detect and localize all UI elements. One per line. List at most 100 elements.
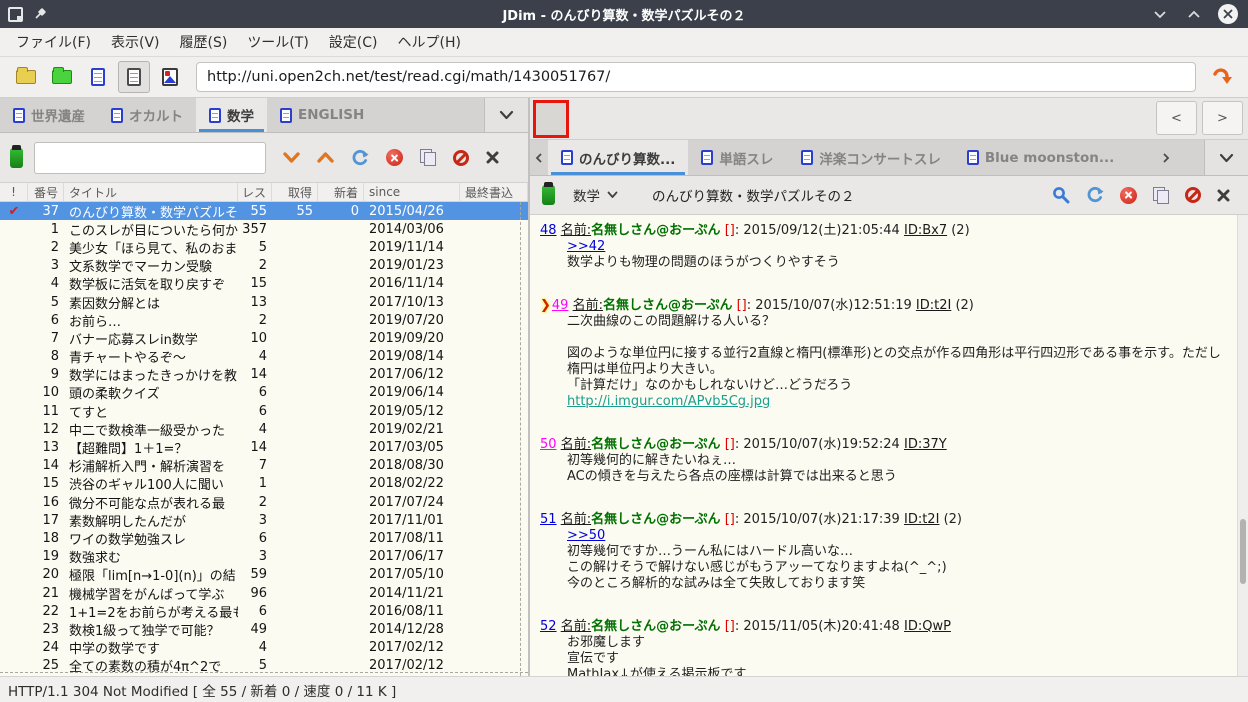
thread-tab-nonbiri[interactable]: のんびり算数... [548, 140, 689, 175]
table-row[interactable]: ✔ 37 のんびり算数・数学パズルそ 55 55 0 2015/04/26 [0, 202, 528, 221]
poster-name[interactable]: 名無しさん@おーぷん [591, 512, 720, 527]
write-pen-icon[interactable] [542, 182, 555, 205]
table-row[interactable]: 9 数学にはまったきっかけを教 14 2017/06/12 [0, 366, 528, 384]
maximize-button[interactable] [1184, 4, 1204, 24]
table-row[interactable]: 20 極限「lim[n→1-0](n)」の結 59 2017/05/10 [0, 566, 528, 584]
reload-button[interactable] [1086, 186, 1104, 204]
reload-button[interactable] [351, 149, 369, 167]
close-tab-button[interactable] [1217, 189, 1230, 202]
scroll-tabs-right-button[interactable] [1157, 140, 1175, 175]
search-prev-button[interactable] [317, 152, 334, 163]
thread-tab-bluemoonstone[interactable]: Blue moonston... [954, 140, 1127, 175]
menu-help[interactable]: ヘルプ(H) [388, 28, 471, 56]
table-row[interactable]: 18 ワイの数学勉強スレ 6 2017/08/11 [0, 529, 528, 548]
search-button[interactable] [1052, 186, 1070, 204]
table-row[interactable]: 10 頭の柔軟クイズ 6 2019/06/14 [0, 384, 528, 402]
image-view-button[interactable] [154, 61, 186, 93]
table-row[interactable]: 12 中二で数検準一級受かった 4 2019/02/21 [0, 420, 528, 439]
board-tab-list-button[interactable] [484, 98, 528, 132]
table-row[interactable]: 11 てすと 6 2019/05/12 [0, 402, 528, 421]
menu-file[interactable]: ファイル(F) [6, 28, 101, 56]
poster-id-link[interactable]: ID:37Y [904, 437, 947, 452]
thread-tab-list-button[interactable] [1203, 140, 1248, 175]
poster-name[interactable]: 名無しさん@おーぷん [591, 437, 720, 452]
scroll-tabs-left-button[interactable] [530, 140, 548, 175]
menu-settings[interactable]: 設定(C) [319, 28, 388, 56]
header-new[interactable]: 新着 [318, 183, 364, 201]
header-last-write[interactable]: 最終書込 [460, 183, 528, 201]
table-row[interactable]: 21 機械学習をがんばって学ぶ 96 2014/11/21 [0, 584, 528, 603]
post-number-link[interactable]: 50 [540, 437, 557, 452]
image-link[interactable]: http://i.imgur.com/APvb5Cg.jpg [567, 394, 770, 409]
write-pen-icon[interactable] [10, 144, 23, 168]
copy-button[interactable] [420, 149, 436, 166]
stop-button[interactable] [1120, 186, 1137, 204]
favorites-button[interactable] [46, 61, 78, 93]
thread-view-button[interactable] [118, 61, 150, 93]
poster-name[interactable]: 名無しさん@おーぷん [591, 223, 720, 238]
next-image-button[interactable]: > [1202, 101, 1243, 135]
stop-button[interactable] [386, 149, 403, 166]
board-view-button[interactable] [82, 61, 114, 93]
table-row[interactable]: 17 素数解明したんだが 3 2017/11/01 [0, 511, 528, 530]
abone-button[interactable] [1185, 187, 1201, 203]
table-row[interactable]: 7 バナー応募スレin数学 10 2019/09/20 [0, 329, 528, 348]
bbs-list-button[interactable] [10, 61, 42, 93]
menu-history[interactable]: 履歴(S) [170, 28, 238, 56]
board-tab-sekaiisan[interactable]: 世界遺産 [0, 98, 98, 132]
open-url-button[interactable] [1206, 61, 1238, 93]
thread-tab-yougaku[interactable]: 洋楽コンサートスレ [788, 140, 954, 175]
board-tab-math[interactable]: 数学 [196, 98, 267, 132]
header-title[interactable]: タイトル [64, 183, 238, 201]
post-number-link[interactable]: 48 [540, 223, 557, 238]
table-row[interactable]: 1 このスレが目についたら何か 357 2014/03/06 [0, 220, 528, 239]
table-row[interactable]: 4 数学板に活気を取り戻すぞ 15 2016/11/14 [0, 275, 528, 293]
table-row[interactable]: 2 美少女「ほら見て、私のおま 5 2019/11/14 [0, 238, 528, 257]
header-number[interactable]: 番号 [28, 183, 64, 201]
table-row[interactable]: 15 渋谷のギャル100人に聞い 1 2018/02/22 [0, 475, 528, 493]
menu-view[interactable]: 表示(V) [101, 28, 170, 56]
image-thumbnail[interactable] [533, 100, 569, 138]
table-row[interactable]: 24 中学の数学です 4 2017/02/12 [0, 639, 528, 657]
header-since[interactable]: since [364, 183, 460, 201]
table-row[interactable]: 13 【超難問】1＋1=？ 14 2017/03/05 [0, 438, 528, 457]
table-row[interactable]: 22 1+1=2をお前らが考える最も 6 2016/08/11 [0, 602, 528, 621]
poster-id-link[interactable]: ID:Bx7 [904, 223, 947, 238]
post-number-link[interactable]: 52 [540, 619, 557, 634]
copy-button[interactable] [1153, 186, 1169, 204]
anchor-link[interactable]: >>50 [567, 528, 605, 543]
poster-name[interactable]: 名無しさん@おーぷん [591, 619, 720, 634]
poster-id-link[interactable]: ID:t2I [916, 298, 951, 313]
header-mark[interactable]: ! [0, 183, 28, 201]
close-button[interactable] [1218, 4, 1238, 24]
table-row[interactable]: 8 青チャートやるぞ〜 4 2019/08/14 [0, 348, 528, 366]
thread-tab-tango[interactable]: 単語スレ [688, 140, 788, 175]
table-row[interactable]: 16 微分不可能な点が表れる最 2 2017/07/24 [0, 493, 528, 512]
board-filter-input[interactable] [34, 141, 266, 174]
search-next-button[interactable] [283, 152, 300, 163]
header-res[interactable]: レス [238, 183, 272, 201]
prev-image-button[interactable]: < [1156, 101, 1197, 135]
table-row[interactable]: 5 素因数分解とは 13 2017/10/13 [0, 293, 528, 312]
table-row[interactable]: 14 杉浦解析入門・解析演習を 7 2018/08/30 [0, 457, 528, 475]
abone-button[interactable] [453, 149, 469, 166]
table-row[interactable]: 6 お前ら… 2 2019/07/20 [0, 311, 528, 330]
poster-id-link[interactable]: ID:QwP [904, 619, 951, 634]
post-number-link[interactable]: 49 [552, 298, 569, 313]
table-row[interactable]: 23 数検1級って独学で可能？ 49 2014/12/28 [0, 620, 528, 639]
board-tab-english[interactable]: ENGLISH [267, 98, 377, 132]
table-row[interactable]: 19 数強求む 3 2017/06/17 [0, 548, 528, 566]
close-tab-button[interactable] [486, 151, 499, 164]
header-got[interactable]: 取得 [272, 183, 318, 201]
poster-name[interactable]: 名無しさん@おーぷん [603, 298, 732, 313]
board-tab-occult[interactable]: オカルト [98, 98, 196, 132]
poster-id-link[interactable]: ID:t2I [904, 512, 939, 527]
anchor-link[interactable]: >>42 [567, 239, 605, 254]
scrollbar-thumb[interactable] [1240, 519, 1246, 584]
menu-tools[interactable]: ツール(T) [237, 28, 318, 56]
table-row[interactable]: 25 全ての素数の積が4π^2で 5 2017/02/12 [0, 657, 528, 675]
minimize-button[interactable] [1150, 4, 1170, 24]
post-number-link[interactable]: 51 [540, 512, 557, 527]
board-select-dropdown[interactable]: 数学 [567, 181, 624, 209]
thread-scrollbar[interactable] [1237, 215, 1248, 676]
